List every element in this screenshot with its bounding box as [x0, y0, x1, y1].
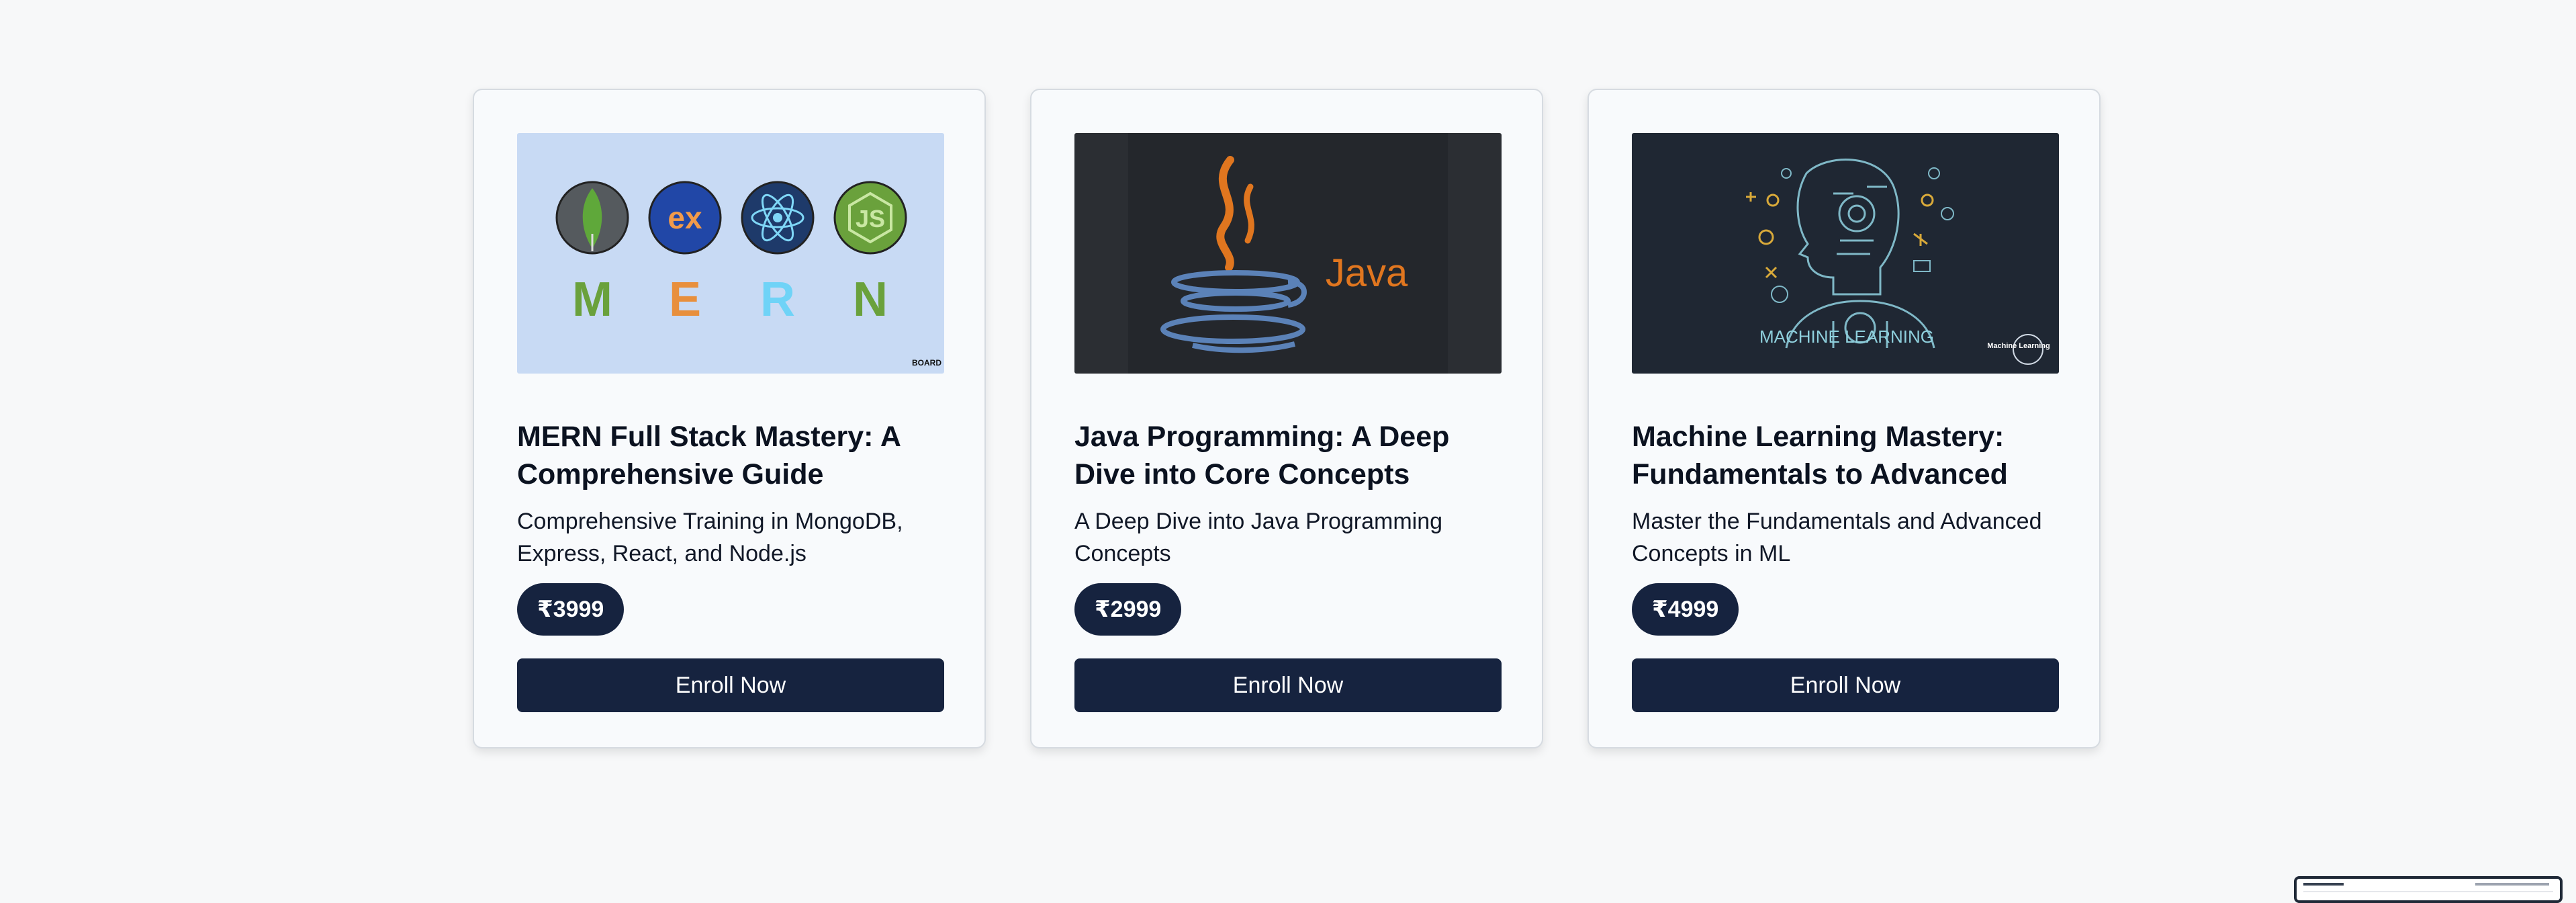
enroll-now-button[interactable]: Enroll Now	[1074, 658, 1502, 712]
ml-thumbnail-image: MACHINE LEARNING Machine Learning	[1632, 133, 2059, 374]
express-icon: ex	[648, 181, 722, 255]
java-logo-text: Java	[1326, 251, 1408, 295]
mongodb-icon	[555, 181, 629, 255]
screenshot-preview-thumbnail[interactable]	[2294, 876, 2563, 903]
mern-letter-n: N	[853, 273, 888, 327]
mern-thumbnail-image: ex JS M E R N BOARD	[517, 133, 944, 374]
course-title: Machine Learning Mastery: Fundamentals t…	[1632, 421, 2008, 490]
course-thumbnail: Java	[1074, 133, 1502, 374]
svg-text:ex: ex	[668, 200, 702, 235]
nodejs-icon: JS	[833, 181, 907, 255]
course-card-list: ex JS M E R N BOARD MERN Full Stack Mast…	[473, 89, 2101, 748]
preview-divider	[2303, 891, 2553, 892]
course-thumbnail: ex JS M E R N BOARD	[517, 133, 944, 374]
course-card: MACHINE LEARNING Machine Learning Machin…	[1588, 89, 2101, 748]
course-title: Java Programming: A Deep Dive into Core …	[1074, 421, 1450, 490]
svg-text:JS: JS	[856, 205, 885, 232]
course-card: Java Java Programming: A Deep Dive into …	[1030, 89, 1543, 748]
java-thumbnail-image: Java	[1074, 133, 1502, 374]
enroll-now-button[interactable]: Enroll Now	[517, 658, 944, 712]
course-price-badge: ₹3999	[517, 583, 625, 636]
course-price-badge: ₹4999	[1632, 583, 1739, 636]
course-description: Comprehensive Training in MongoDB, Expre…	[517, 509, 903, 566]
preview-title-bar	[2303, 883, 2344, 886]
course-description: A Deep Dive into Java Programming Concep…	[1074, 509, 1443, 566]
course-price-badge: ₹2999	[1074, 583, 1182, 636]
react-icon	[741, 181, 815, 255]
mern-letter-r: R	[760, 273, 795, 327]
course-title: MERN Full Stack Mastery: A Comprehensive…	[517, 421, 901, 490]
preview-nav-bar	[2475, 883, 2549, 886]
course-card: ex JS M E R N BOARD MERN Full Stack Mast…	[473, 89, 986, 748]
ml-caption: MACHINE LEARNING	[1759, 327, 1934, 347]
course-description: Master the Fundamentals and Advanced Con…	[1632, 509, 2042, 566]
mern-letter-e: E	[669, 273, 701, 327]
svg-text:Machine Learning: Machine Learning	[1987, 342, 2050, 350]
mern-letter-m: M	[572, 273, 612, 327]
thumbnail-watermark: BOARD	[912, 358, 941, 368]
enroll-now-button[interactable]: Enroll Now	[1632, 658, 2059, 712]
course-thumbnail: MACHINE LEARNING Machine Learning	[1632, 133, 2059, 374]
